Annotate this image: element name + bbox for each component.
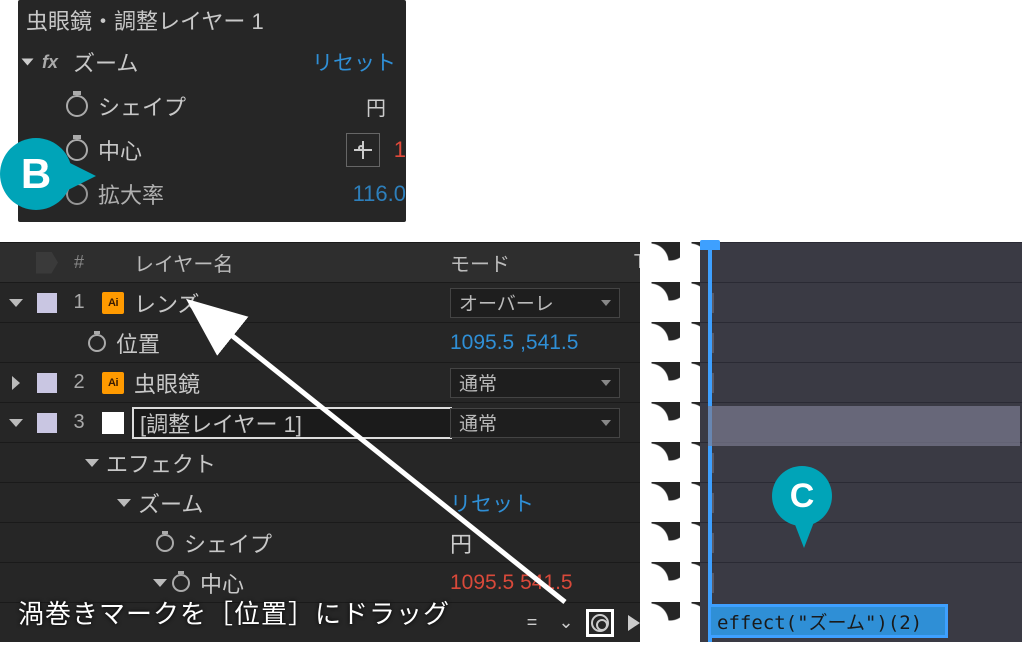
expression-field[interactable]: effect("ズーム")(2) [708,604,948,638]
stopwatch-icon[interactable] [156,534,174,552]
mode-value: 通常 [459,409,497,436]
col-number: # [62,252,96,273]
twirl-down-icon[interactable] [117,499,131,507]
visibility-toggle[interactable] [37,293,57,313]
blend-mode-select[interactable]: 通常 [450,408,620,438]
chevron-down-icon [601,300,611,306]
param-value[interactable]: 円 [346,92,406,121]
callout-c: C [772,466,832,526]
spiral-icon [591,614,609,632]
col-mode: モード [450,248,620,277]
mode-value: 通常 [459,369,497,396]
timeline-panel: # レイヤー名 モード T 1 Ai レンズ オーバーレ 位置 1095.5 ,… [0,242,660,642]
reset-link[interactable]: リセット [450,488,620,518]
layer-name[interactable]: [調整レイヤー 1] [130,409,450,437]
layer-row-selected[interactable]: 3 [調整レイヤー 1] 通常 [0,402,660,442]
visibility-toggle[interactable] [37,413,57,433]
stopwatch-icon[interactable] [172,574,190,592]
blend-mode-select[interactable]: オーバーレ [450,288,620,318]
chevron-down-icon [601,420,611,426]
property-row-position[interactable]: 位置 1095.5 ,541.5 [0,322,660,362]
effect-name: ズーム [73,46,312,78]
stopwatch-icon[interactable] [88,334,106,352]
layer-name-selected[interactable]: [調整レイヤー 1] [134,409,450,437]
expression-enable-icon[interactable]: = [518,609,546,637]
twirl-right-icon[interactable] [12,376,20,390]
twirl-down-icon[interactable] [9,299,23,307]
layer-name[interactable]: 虫眼鏡 [130,367,450,399]
effect-row-zoom[interactable]: fx ズーム リセット [18,40,406,84]
layer-row[interactable]: 1 Ai レンズ オーバーレ [0,282,660,322]
property-label: 位置 [116,327,160,359]
layer-row[interactable]: 2 Ai 虫眼鏡 通常 [0,362,660,402]
stopwatch-icon[interactable] [66,139,88,161]
timeline-tracks: effect("ズーム")(2) [700,242,1022,642]
effect-name: ズーム [138,487,203,519]
layer-name[interactable]: レンズ [130,287,450,319]
expression-graph-icon[interactable]: ⌄ [552,609,580,637]
layer-number: 1 [62,291,96,314]
param-value[interactable]: 円 [450,527,620,559]
mode-value: オーバーレ [459,289,554,316]
effects-label: エフェクト [106,447,216,479]
fx-icon: fx [37,52,63,73]
param-row-shape[interactable]: シェイプ 円 [18,84,406,128]
param-label: シェイプ [184,527,272,559]
twirl-down-icon[interactable] [85,459,99,467]
param-label: シェイプ [98,90,346,122]
layer-number: 2 [62,371,96,394]
pickwhip-icon[interactable] [586,609,614,637]
selected-layer-bar[interactable] [708,406,1020,446]
play-icon [628,615,640,631]
reset-link[interactable]: リセット [312,47,396,77]
chevron-down-icon[interactable] [22,59,34,66]
param-value[interactable]: 1095.5 541.5 [450,571,620,595]
solid-icon [102,412,124,434]
col-layer-name: レイヤー名 [130,248,450,277]
layer-number: 3 [62,411,96,434]
effect-title: 虫眼鏡・調整レイヤー 1 [18,0,406,40]
callout-b: B [0,138,72,210]
effect-row[interactable]: ズーム リセット [0,482,660,522]
param-label: 拡大率 [98,178,345,210]
instruction-caption: 渦巻きマークを［位置］にドラッグ [18,594,450,631]
crosshair-picker[interactable] [346,133,380,167]
crosshair-icon [354,141,372,159]
ai-file-icon: Ai [102,292,124,314]
param-value[interactable]: 116.0 [345,181,406,207]
param-value[interactable]: 1 [386,137,406,163]
blend-mode-select[interactable]: 通常 [450,368,620,398]
timeline-header: # レイヤー名 モード T [0,242,660,282]
twirl-down-icon[interactable] [153,579,167,587]
chevron-down-icon [601,380,611,386]
effects-group[interactable]: エフェクト [0,442,660,482]
param-row-shape[interactable]: シェイプ 円 [0,522,660,562]
mode-header-label: モード [450,248,510,277]
property-value[interactable]: 1095.5 ,541.5 [450,331,620,355]
stopwatch-icon[interactable] [66,95,88,117]
param-label: 中心 [98,134,346,166]
visibility-toggle[interactable] [37,373,57,393]
ai-file-icon: Ai [102,372,124,394]
tag-icon [36,252,58,274]
twirl-down-icon[interactable] [9,419,23,427]
